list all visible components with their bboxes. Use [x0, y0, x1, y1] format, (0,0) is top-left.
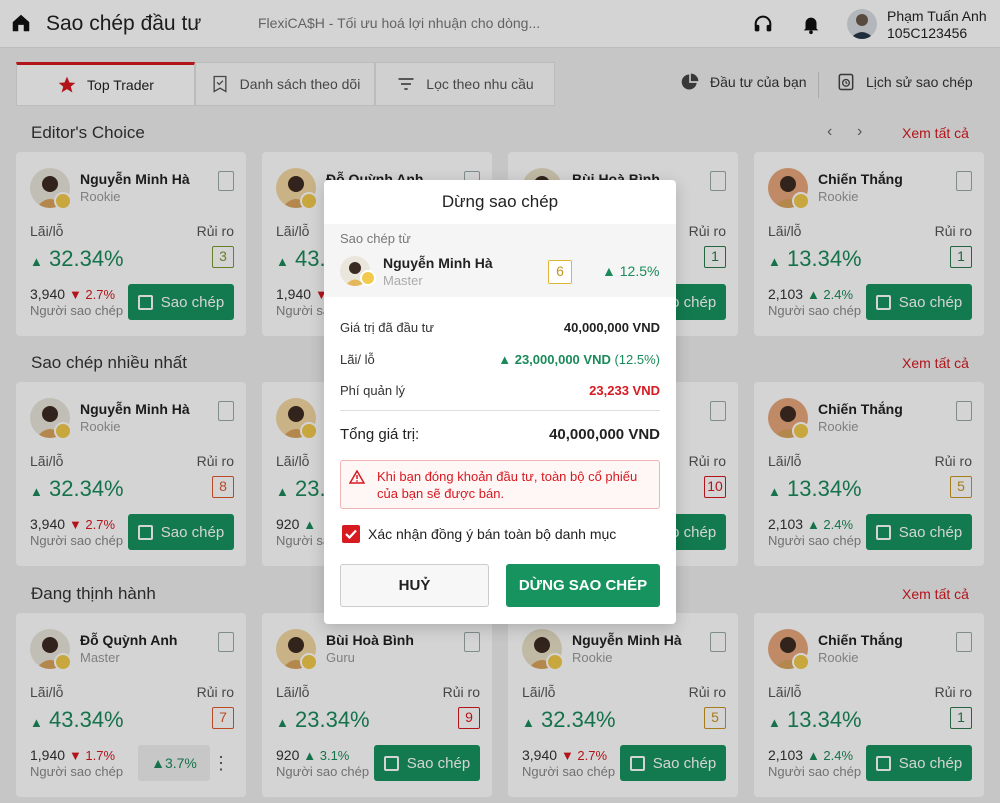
stop-copy-dialog: Dừng sao chép Sao chép từ Nguyễn Minh Hà…: [324, 180, 676, 624]
total-value: 40,000,000 VND: [549, 426, 660, 443]
warning-box: Khi bạn đóng khoản đầu tư, toàn bộ cổ ph…: [340, 460, 660, 509]
check-icon: [345, 529, 357, 540]
warning-text: Khi bạn đóng khoản đầu tư, toàn bộ cổ ph…: [377, 469, 638, 501]
divider: [340, 410, 660, 411]
cancel-button[interactable]: HUỶ: [340, 564, 489, 607]
trader-level: Master: [383, 273, 423, 288]
fee-value: 23,233 VND: [589, 383, 660, 398]
copy-from-label: Sao chép từ: [340, 231, 411, 246]
rank-shield-icon: [360, 270, 376, 286]
copy-from-panel: Sao chép từ Nguyễn Minh Hà Master 6 ▲ 12…: [324, 224, 676, 297]
confirm-checkbox[interactable]: [342, 525, 360, 543]
invested-label: Giá trị đã đầu tư: [340, 320, 434, 335]
warning-icon: [349, 470, 365, 484]
invested-value: 40,000,000 VND: [563, 320, 660, 335]
dialog-title: Dừng sao chép: [441, 192, 559, 211]
confirm-label[interactable]: Xác nhận đồng ý bán toàn bộ danh mục: [368, 526, 616, 542]
pl-label: Lãi/ lỗ: [340, 352, 375, 367]
pl-amount: 23,000,000 VND: [514, 352, 611, 367]
fee-label: Phí quản lý: [340, 383, 406, 398]
total-label: Tổng giá trị:: [340, 426, 420, 443]
trader-return-value: 12.5%: [619, 263, 660, 279]
trader-return: ▲ 12.5%: [602, 263, 660, 279]
pl-value: ▲ 23,000,000 VND (12.5%): [498, 352, 660, 367]
stop-copy-button[interactable]: DỪNG SAO CHÉP: [506, 564, 660, 607]
pl-percent: (12.5%): [614, 352, 660, 367]
trader-name: Nguyễn Minh Hà: [383, 255, 493, 271]
risk-score: 6: [548, 260, 572, 284]
